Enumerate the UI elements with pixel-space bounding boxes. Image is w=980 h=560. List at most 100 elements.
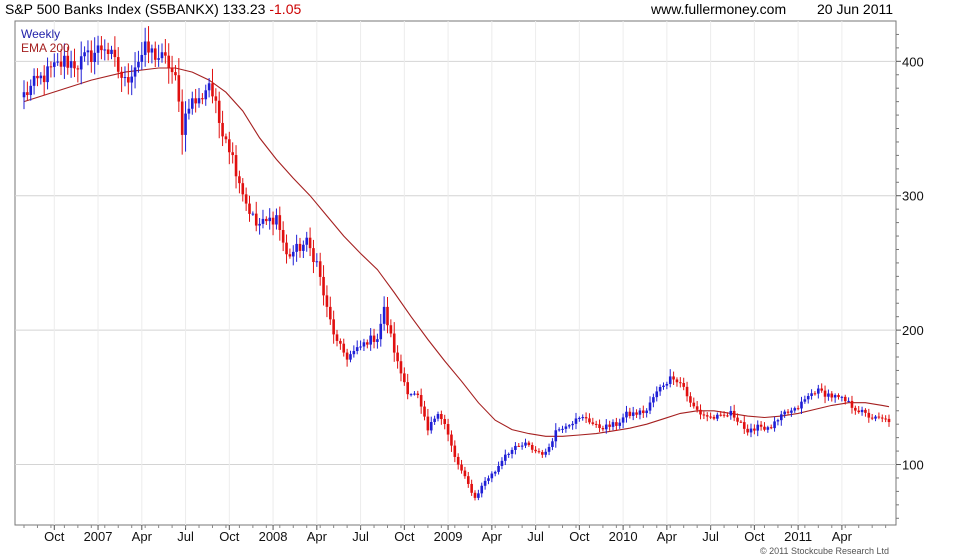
x-tick-label: 2007	[84, 529, 113, 544]
candle-body	[211, 83, 214, 97]
x-tick-label: 2010	[609, 529, 638, 544]
x-tick-label: Apr	[482, 529, 503, 544]
candle-body	[288, 254, 292, 257]
candle-body	[833, 395, 837, 398]
candle-body	[133, 67, 137, 77]
candle-body	[127, 77, 130, 83]
candle-body	[308, 237, 312, 249]
candle-body	[450, 434, 453, 446]
y-tick-label: 400	[902, 54, 924, 69]
candle-body	[443, 419, 447, 425]
candle-body	[318, 261, 322, 277]
candle-body	[857, 410, 861, 413]
candle-body	[574, 418, 578, 424]
candle-body	[641, 410, 645, 414]
candle-body	[49, 66, 53, 68]
candle-body	[813, 393, 817, 395]
candle-body	[618, 422, 622, 426]
candle-body	[480, 485, 484, 494]
candle-body	[86, 50, 90, 53]
candle-body	[160, 52, 164, 59]
candle-body	[352, 351, 356, 355]
candle-body	[278, 215, 282, 230]
candle-body	[655, 391, 659, 398]
candle-body	[870, 417, 874, 419]
x-tick-label: Jul	[702, 529, 719, 544]
candle-body	[113, 49, 117, 58]
candle-body	[672, 376, 675, 380]
candle-body	[234, 155, 238, 177]
candle-body	[419, 395, 423, 407]
y-tick-label: 300	[902, 189, 924, 204]
candle-body	[238, 176, 241, 184]
candle-body	[749, 428, 753, 433]
candle-body	[123, 77, 127, 79]
candle-body	[887, 418, 891, 423]
candle-body	[551, 441, 554, 447]
candle-body	[867, 412, 871, 418]
candle-body	[564, 426, 568, 429]
candle-body	[147, 41, 150, 53]
y-tick-label: 100	[902, 458, 924, 473]
candle-body	[625, 411, 628, 418]
candle-body	[645, 410, 648, 414]
candle-body	[631, 412, 635, 416]
candle-body	[477, 493, 480, 498]
candle-body	[810, 393, 813, 396]
x-axis: Oct 2007 Apr Jul Oct 2008 Apr Jul Oct 2009 Apr Jul O…	[23, 525, 887, 544]
candle-body	[722, 414, 726, 416]
candle-body	[843, 396, 847, 402]
candle-body	[150, 48, 154, 53]
candle-body	[527, 442, 531, 446]
candle-body	[581, 417, 585, 419]
x-tick-label: Oct	[569, 529, 590, 544]
candle-body	[164, 52, 167, 56]
candle-body	[719, 414, 723, 416]
candle-body	[426, 416, 430, 431]
candle-body	[63, 55, 66, 67]
x-tick-label: Apr	[132, 529, 153, 544]
candle-body	[22, 92, 26, 98]
candle-body	[436, 414, 440, 419]
candle-body	[884, 418, 887, 420]
candle-body	[79, 56, 83, 70]
x-tick-label: Jul	[352, 529, 369, 544]
candle-body	[695, 406, 699, 410]
candle-body	[187, 108, 191, 114]
candle-body	[544, 451, 547, 455]
candle-body	[753, 428, 756, 431]
candle-body	[305, 237, 309, 245]
candle-body	[157, 58, 160, 60]
candle-body	[594, 423, 598, 425]
candle-body	[830, 393, 834, 398]
candle-body	[668, 376, 672, 384]
candle-body	[355, 347, 359, 352]
candle-body	[514, 445, 517, 450]
candle-body	[803, 399, 807, 402]
candle-body	[120, 71, 123, 78]
candle-body	[615, 422, 618, 426]
candle-body	[103, 49, 107, 51]
candle-body	[446, 424, 450, 435]
legend-ema: EMA 200	[21, 41, 70, 55]
candle-body	[73, 61, 76, 69]
candle-body	[265, 218, 268, 222]
candle-body	[231, 152, 234, 156]
x-tick-label: Apr	[832, 529, 853, 544]
candle-body	[180, 101, 184, 135]
candle-body	[591, 422, 595, 424]
candle-body	[608, 424, 611, 427]
x-tick-label: Jul	[527, 529, 544, 544]
candle-body	[46, 66, 49, 83]
candle-body	[507, 453, 510, 455]
candle-body	[315, 261, 319, 263]
candle-body	[298, 243, 302, 251]
candle-body	[379, 323, 383, 340]
candle-body	[793, 408, 797, 411]
candle-body	[554, 430, 558, 442]
candle-body	[376, 339, 379, 342]
x-tick-label: Apr	[307, 529, 328, 544]
candle-body	[342, 343, 346, 353]
candle-body	[403, 373, 406, 383]
x-tick-label: 2011	[784, 529, 812, 544]
